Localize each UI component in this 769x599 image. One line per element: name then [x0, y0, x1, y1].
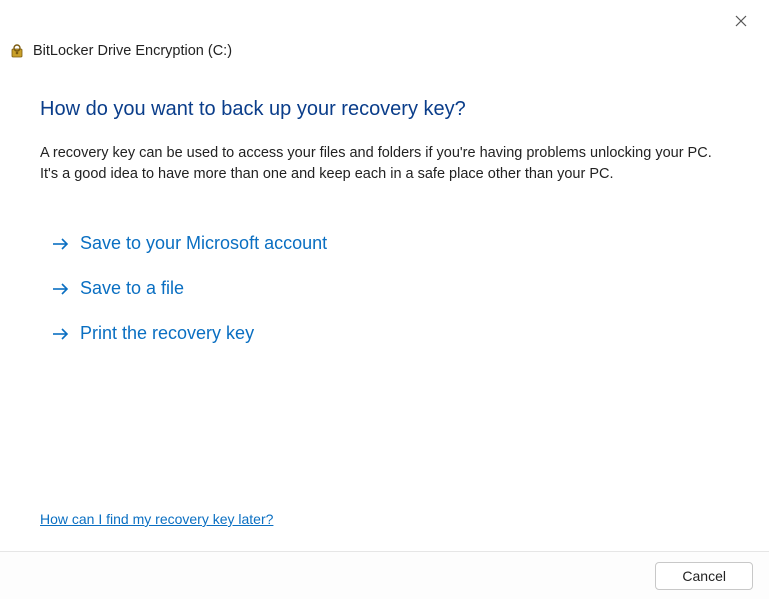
dialog-header: BitLocker Drive Encryption (C:)	[0, 0, 769, 60]
option-save-microsoft-account[interactable]: Save to your Microsoft account	[52, 233, 729, 254]
bitlocker-icon	[8, 42, 26, 60]
option-label: Save to a file	[80, 278, 184, 299]
arrow-right-icon	[52, 325, 70, 343]
dialog-footer: Cancel	[0, 551, 769, 599]
options-list: Save to your Microsoft account Save to a…	[40, 233, 729, 344]
option-label: Save to your Microsoft account	[80, 233, 327, 254]
dialog-title: BitLocker Drive Encryption (C:)	[33, 43, 232, 59]
option-print-recovery-key[interactable]: Print the recovery key	[52, 323, 729, 344]
dialog-content: How do you want to back up your recovery…	[0, 60, 769, 344]
cancel-button[interactable]: Cancel	[655, 562, 753, 590]
arrow-right-icon	[52, 235, 70, 253]
option-label: Print the recovery key	[80, 323, 254, 344]
arrow-right-icon	[52, 280, 70, 298]
description-text: A recovery key can be used to access you…	[40, 143, 729, 185]
help-link[interactable]: How can I find my recovery key later?	[40, 511, 273, 527]
close-button[interactable]	[731, 10, 751, 34]
main-heading: How do you want to back up your recovery…	[40, 98, 729, 121]
close-icon	[735, 15, 747, 27]
option-save-to-file[interactable]: Save to a file	[52, 278, 729, 299]
